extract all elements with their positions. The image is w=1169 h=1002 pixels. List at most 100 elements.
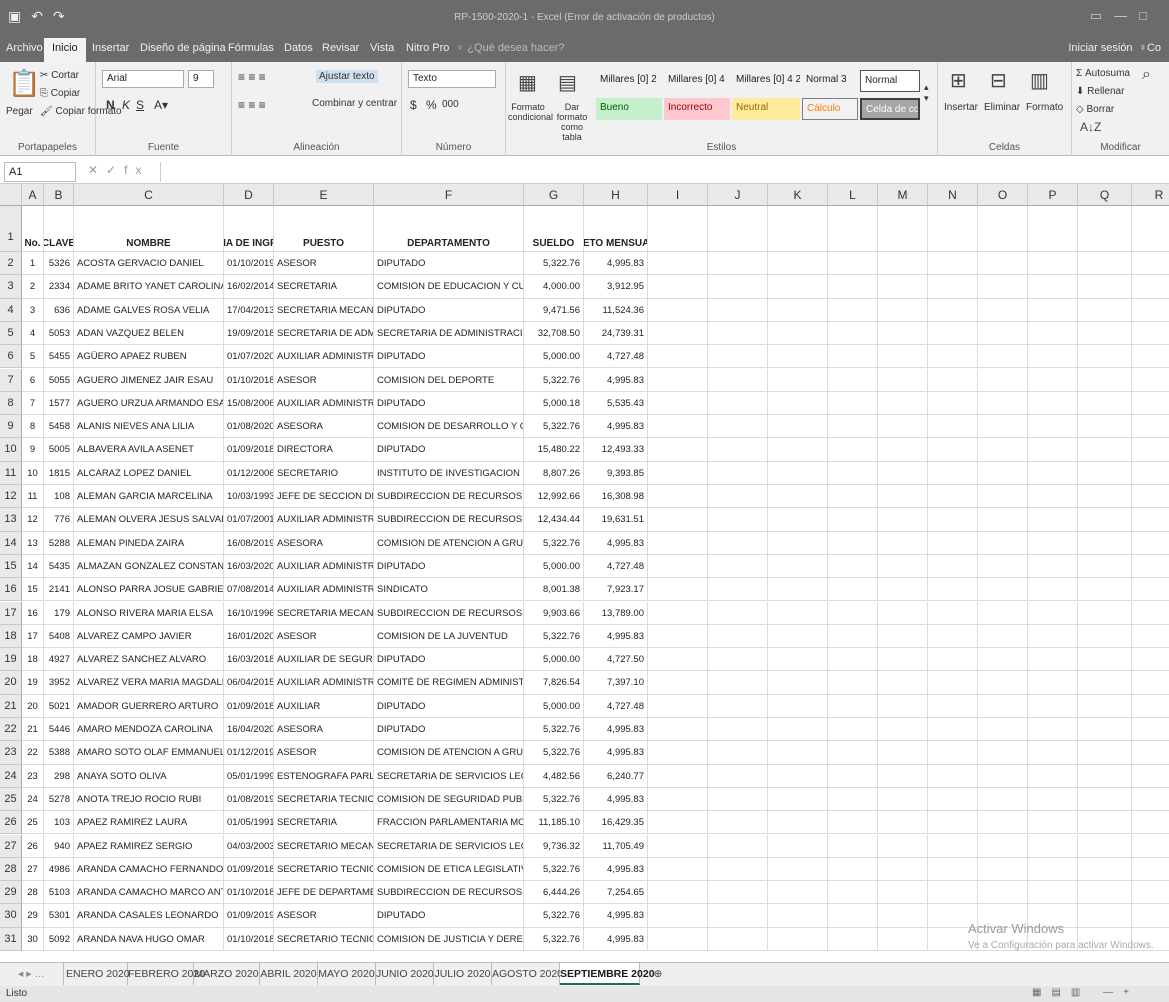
empty-cell[interactable] bbox=[878, 671, 928, 695]
empty-cell[interactable] bbox=[828, 904, 878, 928]
empty-cell[interactable] bbox=[928, 648, 978, 672]
empty-cell[interactable] bbox=[648, 368, 708, 392]
empty-cell[interactable] bbox=[878, 391, 928, 416]
format-table-icon[interactable]: ▤ bbox=[558, 70, 577, 95]
empty-cell[interactable] bbox=[1028, 415, 1078, 439]
empty-cell[interactable] bbox=[708, 485, 768, 509]
empty-cell[interactable] bbox=[928, 787, 978, 812]
empty-cell[interactable] bbox=[878, 857, 928, 882]
empty-cell[interactable] bbox=[928, 671, 978, 695]
row-header[interactable]: 2 bbox=[0, 252, 22, 276]
empty-cell[interactable] bbox=[928, 368, 978, 392]
row-header[interactable]: 21 bbox=[0, 694, 22, 718]
select-all-corner[interactable] bbox=[0, 184, 22, 206]
empty-cell[interactable] bbox=[648, 601, 708, 625]
row-header[interactable]: 23 bbox=[0, 741, 22, 765]
empty-cell[interactable] bbox=[708, 461, 768, 485]
empty-cell[interactable] bbox=[1132, 299, 1169, 322]
empty-cell[interactable] bbox=[708, 834, 768, 858]
empty-cell[interactable] bbox=[708, 345, 768, 369]
empty-cell[interactable] bbox=[648, 671, 708, 695]
empty-cell[interactable] bbox=[1028, 718, 1078, 742]
empty-cell[interactable] bbox=[768, 531, 828, 555]
styles-scroll-icon[interactable]: ▴ ▾ bbox=[924, 82, 929, 104]
empty-cell[interactable] bbox=[1132, 718, 1169, 742]
empty-cell[interactable] bbox=[828, 648, 878, 672]
empty-cell[interactable] bbox=[708, 531, 768, 555]
empty-cell[interactable] bbox=[878, 554, 928, 579]
align-top-icon[interactable]: ≡ ≡ ≡ bbox=[238, 70, 266, 84]
formula-input[interactable] bbox=[160, 162, 1167, 182]
underline-button[interactable]: S bbox=[136, 98, 144, 112]
view-buttons[interactable]: ▦▤▥ —+ bbox=[1032, 987, 1139, 998]
style-calculo[interactable]: Cálculo bbox=[802, 98, 858, 120]
row-header[interactable]: 24 bbox=[0, 764, 22, 788]
row-header[interactable]: 12 bbox=[0, 485, 22, 509]
empty-cell[interactable] bbox=[1078, 904, 1132, 928]
empty-cell[interactable] bbox=[708, 718, 768, 742]
tab-insertar[interactable]: Insertar bbox=[92, 42, 129, 54]
empty-cell[interactable] bbox=[1028, 391, 1078, 416]
empty-cell[interactable] bbox=[1078, 461, 1132, 485]
empty-cell[interactable] bbox=[878, 811, 928, 835]
empty-cell[interactable] bbox=[768, 461, 828, 485]
row-header[interactable]: 3 bbox=[0, 275, 22, 299]
empty-cell[interactable] bbox=[878, 834, 928, 858]
empty-cell[interactable] bbox=[928, 857, 978, 882]
empty-cell[interactable] bbox=[768, 671, 828, 695]
copy-button[interactable]: ⎘ Copiar bbox=[40, 88, 80, 99]
row-header[interactable]: 25 bbox=[0, 787, 22, 812]
empty-cell[interactable] bbox=[768, 764, 828, 788]
empty-cell[interactable] bbox=[1028, 252, 1078, 276]
empty-cell[interactable] bbox=[828, 275, 878, 299]
empty-cell[interactable] bbox=[878, 321, 928, 346]
empty-cell[interactable] bbox=[768, 485, 828, 509]
style-millares-0-4[interactable]: Millares [0] 4 bbox=[664, 70, 730, 92]
empty-cell[interactable] bbox=[978, 554, 1028, 579]
empty-cell[interactable] bbox=[768, 252, 828, 276]
empty-cell[interactable] bbox=[828, 391, 878, 416]
empty-cell[interactable] bbox=[928, 485, 978, 509]
empty-cell[interactable] bbox=[648, 298, 708, 322]
empty-cell[interactable] bbox=[978, 764, 1028, 788]
empty-cell[interactable] bbox=[928, 391, 978, 416]
empty-cell[interactable] bbox=[1132, 695, 1169, 718]
empty-cell[interactable] bbox=[878, 415, 928, 439]
empty-cell[interactable] bbox=[648, 694, 708, 718]
empty-cell[interactable] bbox=[1132, 508, 1169, 532]
clear-button[interactable]: ◇ Borrar bbox=[1076, 104, 1114, 115]
empty-cell[interactable] bbox=[768, 578, 828, 602]
empty-cell[interactable] bbox=[828, 811, 878, 835]
empty-cell[interactable] bbox=[928, 601, 978, 625]
empty-cell[interactable] bbox=[1078, 718, 1132, 742]
empty-cell[interactable] bbox=[828, 834, 878, 858]
empty-cell[interactable] bbox=[828, 415, 878, 439]
empty-cell[interactable] bbox=[708, 671, 768, 695]
delete-button[interactable]: Eliminar bbox=[984, 102, 1020, 113]
empty-cell[interactable] bbox=[1132, 788, 1169, 812]
thousands-button[interactable]: 000 bbox=[442, 99, 459, 110]
signin-link[interactable]: Iniciar sesión ♀Co bbox=[1068, 42, 1161, 54]
tab-inicio[interactable]: Inicio bbox=[44, 38, 86, 62]
empty-cell[interactable] bbox=[878, 764, 928, 788]
empty-cell[interactable] bbox=[708, 624, 768, 649]
empty-cell[interactable] bbox=[1132, 415, 1169, 439]
column-header-j[interactable]: J bbox=[708, 184, 768, 206]
empty-cell[interactable] bbox=[1132, 648, 1169, 672]
row-header[interactable]: 6 bbox=[0, 345, 22, 369]
font-color-icon[interactable]: A▾ bbox=[154, 98, 168, 112]
tab-nitro[interactable]: Nitro Pro bbox=[406, 42, 449, 54]
empty-cell[interactable] bbox=[1132, 741, 1169, 765]
empty-cell[interactable] bbox=[878, 694, 928, 718]
empty-cell[interactable] bbox=[978, 391, 1028, 416]
empty-cell[interactable] bbox=[648, 624, 708, 649]
empty-cell[interactable] bbox=[828, 927, 878, 951]
empty-cell[interactable] bbox=[768, 206, 828, 252]
empty-cell[interactable] bbox=[1028, 368, 1078, 392]
column-header-i[interactable]: I bbox=[648, 184, 708, 206]
empty-cell[interactable] bbox=[1132, 765, 1169, 788]
empty-cell[interactable] bbox=[828, 554, 878, 579]
tab-formulas[interactable]: Fórmulas bbox=[228, 42, 274, 54]
empty-cell[interactable] bbox=[828, 252, 878, 276]
empty-cell[interactable] bbox=[928, 298, 978, 322]
